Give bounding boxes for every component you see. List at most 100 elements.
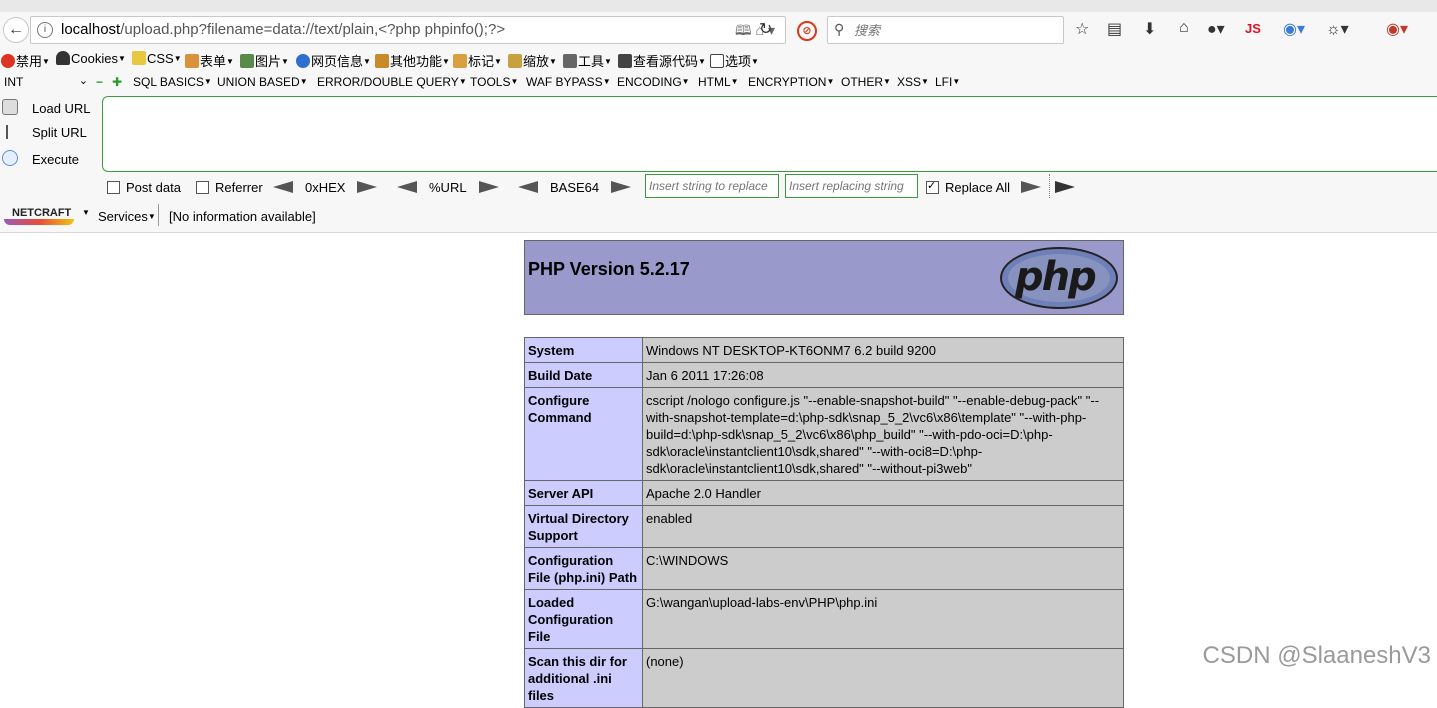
row-key: Configuration File (php.ini) Path: [524, 547, 643, 590]
table-row: Build Date Jan 6 2011 17:26:08: [524, 362, 1124, 388]
addon-icon[interactable]: ◉▾: [1386, 19, 1408, 39]
menu-disable[interactable]: 禁用▼: [1, 51, 50, 70]
url-bar[interactable]: i localhost/upload.php?filename=data://t…: [30, 16, 786, 44]
css-icon: [132, 51, 146, 65]
netcraft-logo[interactable]: NETCRAFT: [4, 207, 76, 225]
base64-decode-arrow-icon[interactable]: [518, 181, 538, 193]
row-value: Windows NT DESKTOP-KT6ONM7 6.2 build 920…: [642, 337, 1124, 363]
source-icon: [618, 54, 632, 68]
back-button[interactable]: ←: [3, 17, 29, 43]
table-row: System Windows NT DESKTOP-KT6ONM7 6.2 bui…: [524, 337, 1124, 363]
hex-decode-arrow-icon[interactable]: [273, 181, 293, 193]
row-value: G:\wangan\upload-labs-env\PHP\php.ini: [642, 589, 1124, 649]
replace-extra-arrow-icon[interactable]: [1055, 181, 1075, 193]
base64-control[interactable]: BASE64: [518, 180, 632, 195]
menu-lfi[interactable]: LFI▼: [935, 75, 960, 89]
reload-icon[interactable]: ↻: [759, 19, 772, 39]
menu-sql-basics[interactable]: SQL BASICS▼: [133, 75, 212, 89]
row-value: cscript /nologo configure.js "--enable-s…: [642, 387, 1124, 481]
table-row: Scan this dir for additional .ini files(…: [524, 648, 1124, 708]
row-value: Apache 2.0 Handler: [642, 480, 1124, 506]
row-key: System: [524, 337, 643, 363]
hackbar-url-textarea[interactable]: [102, 96, 1437, 172]
search-input[interactable]: [852, 20, 1056, 40]
menu-view-source[interactable]: 查看源代码▼: [618, 51, 706, 70]
load-url-button[interactable]: Load URL: [2, 99, 91, 116]
table-row: Configure Command cscript /nologo configu…: [524, 387, 1124, 481]
home-icon[interactable]: ⌂: [1179, 19, 1189, 37]
hackbar-panel: Load URL Split URL Execute Post data Ref…: [0, 94, 1437, 233]
search-bar[interactable]: ⚲: [827, 16, 1064, 44]
replace-extra-control[interactable]: [1043, 180, 1075, 195]
images-icon: [240, 54, 254, 68]
split-url-button[interactable]: Split URL: [2, 125, 87, 140]
js-toggle-icon[interactable]: JS: [1245, 21, 1261, 36]
avatar-icon[interactable]: ●▾: [1207, 19, 1225, 39]
navigation-bar: ← i localhost/upload.php?filename=data:/…: [0, 12, 1437, 48]
clipboard-icon[interactable]: ▤: [1107, 19, 1122, 39]
netcraft-dropdown-icon[interactable]: ▼: [82, 208, 90, 217]
reader-icon[interactable]: 🕮: [735, 22, 756, 38]
menu-resize[interactable]: 缩放▼: [508, 51, 557, 70]
block-icon[interactable]: ⊘: [797, 21, 817, 41]
misc-icon: [375, 54, 389, 68]
load-url-icon: [2, 99, 18, 115]
replace-arrow-icon[interactable]: [1021, 181, 1041, 193]
post-data-checkbox[interactable]: Post data: [107, 180, 181, 195]
menu-misc[interactable]: 其他功能▼: [375, 51, 450, 70]
menu-tools-hack[interactable]: TOOLS▼: [470, 75, 518, 89]
table-row: Virtual Directory Support enabled: [524, 505, 1124, 548]
menu-outline[interactable]: 标记▼: [453, 51, 502, 70]
referrer-checkbox[interactable]: Referrer: [196, 180, 263, 195]
hex-encode-control[interactable]: 0xHEX: [273, 180, 378, 195]
replace-all-box[interactable]: [926, 179, 939, 194]
base64-encode-arrow-icon[interactable]: [611, 181, 632, 193]
referrer-box[interactable]: [196, 181, 209, 194]
info-icon[interactable]: i: [37, 22, 53, 38]
menu-error-double-query[interactable]: ERROR/DOUBLE QUERY▼: [317, 75, 467, 89]
options-icon: [710, 54, 724, 68]
url-text[interactable]: localhost/upload.php?filename=data://tex…: [61, 21, 505, 38]
replace-search-input[interactable]: [645, 174, 779, 198]
menu-tools[interactable]: 工具▼: [563, 51, 612, 70]
scissors-icon: [6, 125, 16, 139]
disable-icon: [1, 54, 15, 68]
replace-go-control[interactable]: [1009, 180, 1041, 195]
decrease-icon[interactable]: −: [96, 75, 103, 89]
menu-waf-bypass[interactable]: WAF BYPASS▼: [526, 75, 611, 89]
extension-icon[interactable]: ☼▾: [1326, 19, 1349, 39]
menu-other[interactable]: OTHER▼: [841, 75, 891, 89]
row-key: Loaded Configuration File: [524, 589, 643, 649]
play-icon: [2, 150, 18, 166]
services-menu[interactable]: Services▼: [98, 209, 156, 224]
replace-with-input[interactable]: [785, 174, 918, 198]
menu-encoding[interactable]: ENCODING▼: [617, 75, 690, 89]
post-data-box[interactable]: [107, 181, 120, 194]
hex-encode-arrow-icon[interactable]: [357, 181, 378, 193]
row-value: C:\WINDOWS: [642, 547, 1124, 590]
execute-button[interactable]: Execute: [2, 150, 79, 167]
netcraft-info: [No information available]: [169, 209, 316, 224]
menu-cookies[interactable]: Cookies▼: [56, 51, 126, 66]
url-decode-arrow-icon[interactable]: [397, 181, 417, 193]
url-encode-control[interactable]: %URL: [397, 180, 499, 195]
menu-options[interactable]: 选项▼: [710, 51, 759, 70]
menu-xss[interactable]: XSS▼: [897, 75, 929, 89]
row-value: enabled: [642, 505, 1124, 548]
increase-icon[interactable]: ✚: [112, 75, 122, 89]
menu-html[interactable]: HTML▼: [698, 75, 739, 89]
url-encode-arrow-icon[interactable]: [478, 181, 499, 193]
globe-icon[interactable]: ◉▾: [1283, 19, 1305, 39]
bookmark-star-icon[interactable]: ☆: [1075, 19, 1089, 39]
menu-images[interactable]: 图片▼: [240, 51, 289, 70]
menu-css[interactable]: CSS▼: [132, 51, 182, 66]
menu-encryption[interactable]: ENCRYPTION▼: [748, 75, 834, 89]
replace-all-checkbox[interactable]: Replace All: [926, 179, 1010, 195]
phpinfo-table: System Windows NT DESKTOP-KT6ONM7 6.2 bui…: [524, 337, 1124, 708]
menu-page-info[interactable]: 网页信息▼: [296, 51, 371, 70]
php-logo[interactable]: php: [1000, 247, 1118, 309]
menu-union-based[interactable]: UNION BASED▼: [217, 75, 308, 89]
int-selector[interactable]: INT ⌄: [4, 75, 88, 89]
download-icon[interactable]: ⬇: [1143, 19, 1156, 39]
menu-forms[interactable]: 表单▼: [185, 51, 234, 70]
